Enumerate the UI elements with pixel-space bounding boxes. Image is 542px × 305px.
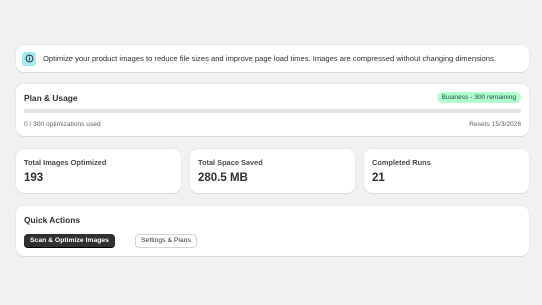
usage-progress-bar (24, 109, 521, 113)
plan-usage-card: Plan & Usage Business - 300 remaining 0 … (16, 84, 529, 136)
stat-card-images-optimized: Total Images Optimized 193 (16, 149, 181, 193)
info-banner: Optimize your product images to reduce f… (16, 45, 529, 72)
banner-text: Optimize your product images to reduce f… (43, 54, 496, 63)
usage-count-text: 0 / 300 optimizations used (24, 121, 101, 128)
usage-reset-date: Resets 15/3/2026 (469, 121, 521, 128)
stat-value: 280.5 MB (198, 172, 248, 184)
settings-plans-button[interactable]: Settings & Plans (135, 234, 197, 248)
stat-card-completed-runs: Completed Runs 21 (364, 149, 529, 193)
quick-actions-title: Quick Actions (24, 215, 80, 225)
plan-usage-title: Plan & Usage (24, 93, 78, 103)
quick-actions-card: Quick Actions Scan & Optimize Images Set… (16, 206, 529, 256)
info-icon (22, 51, 36, 66)
stat-value: 21 (372, 172, 385, 184)
scan-optimize-button[interactable]: Scan & Optimize Images (24, 234, 115, 248)
stat-label: Completed Runs (372, 158, 431, 167)
plan-status-badge: Business - 300 remaining (436, 92, 521, 103)
stat-label: Total Images Optimized (24, 158, 107, 167)
stat-card-space-saved: Total Space Saved 280.5 MB (190, 149, 355, 193)
stat-label: Total Space Saved (198, 158, 263, 167)
stat-value: 193 (24, 172, 44, 184)
